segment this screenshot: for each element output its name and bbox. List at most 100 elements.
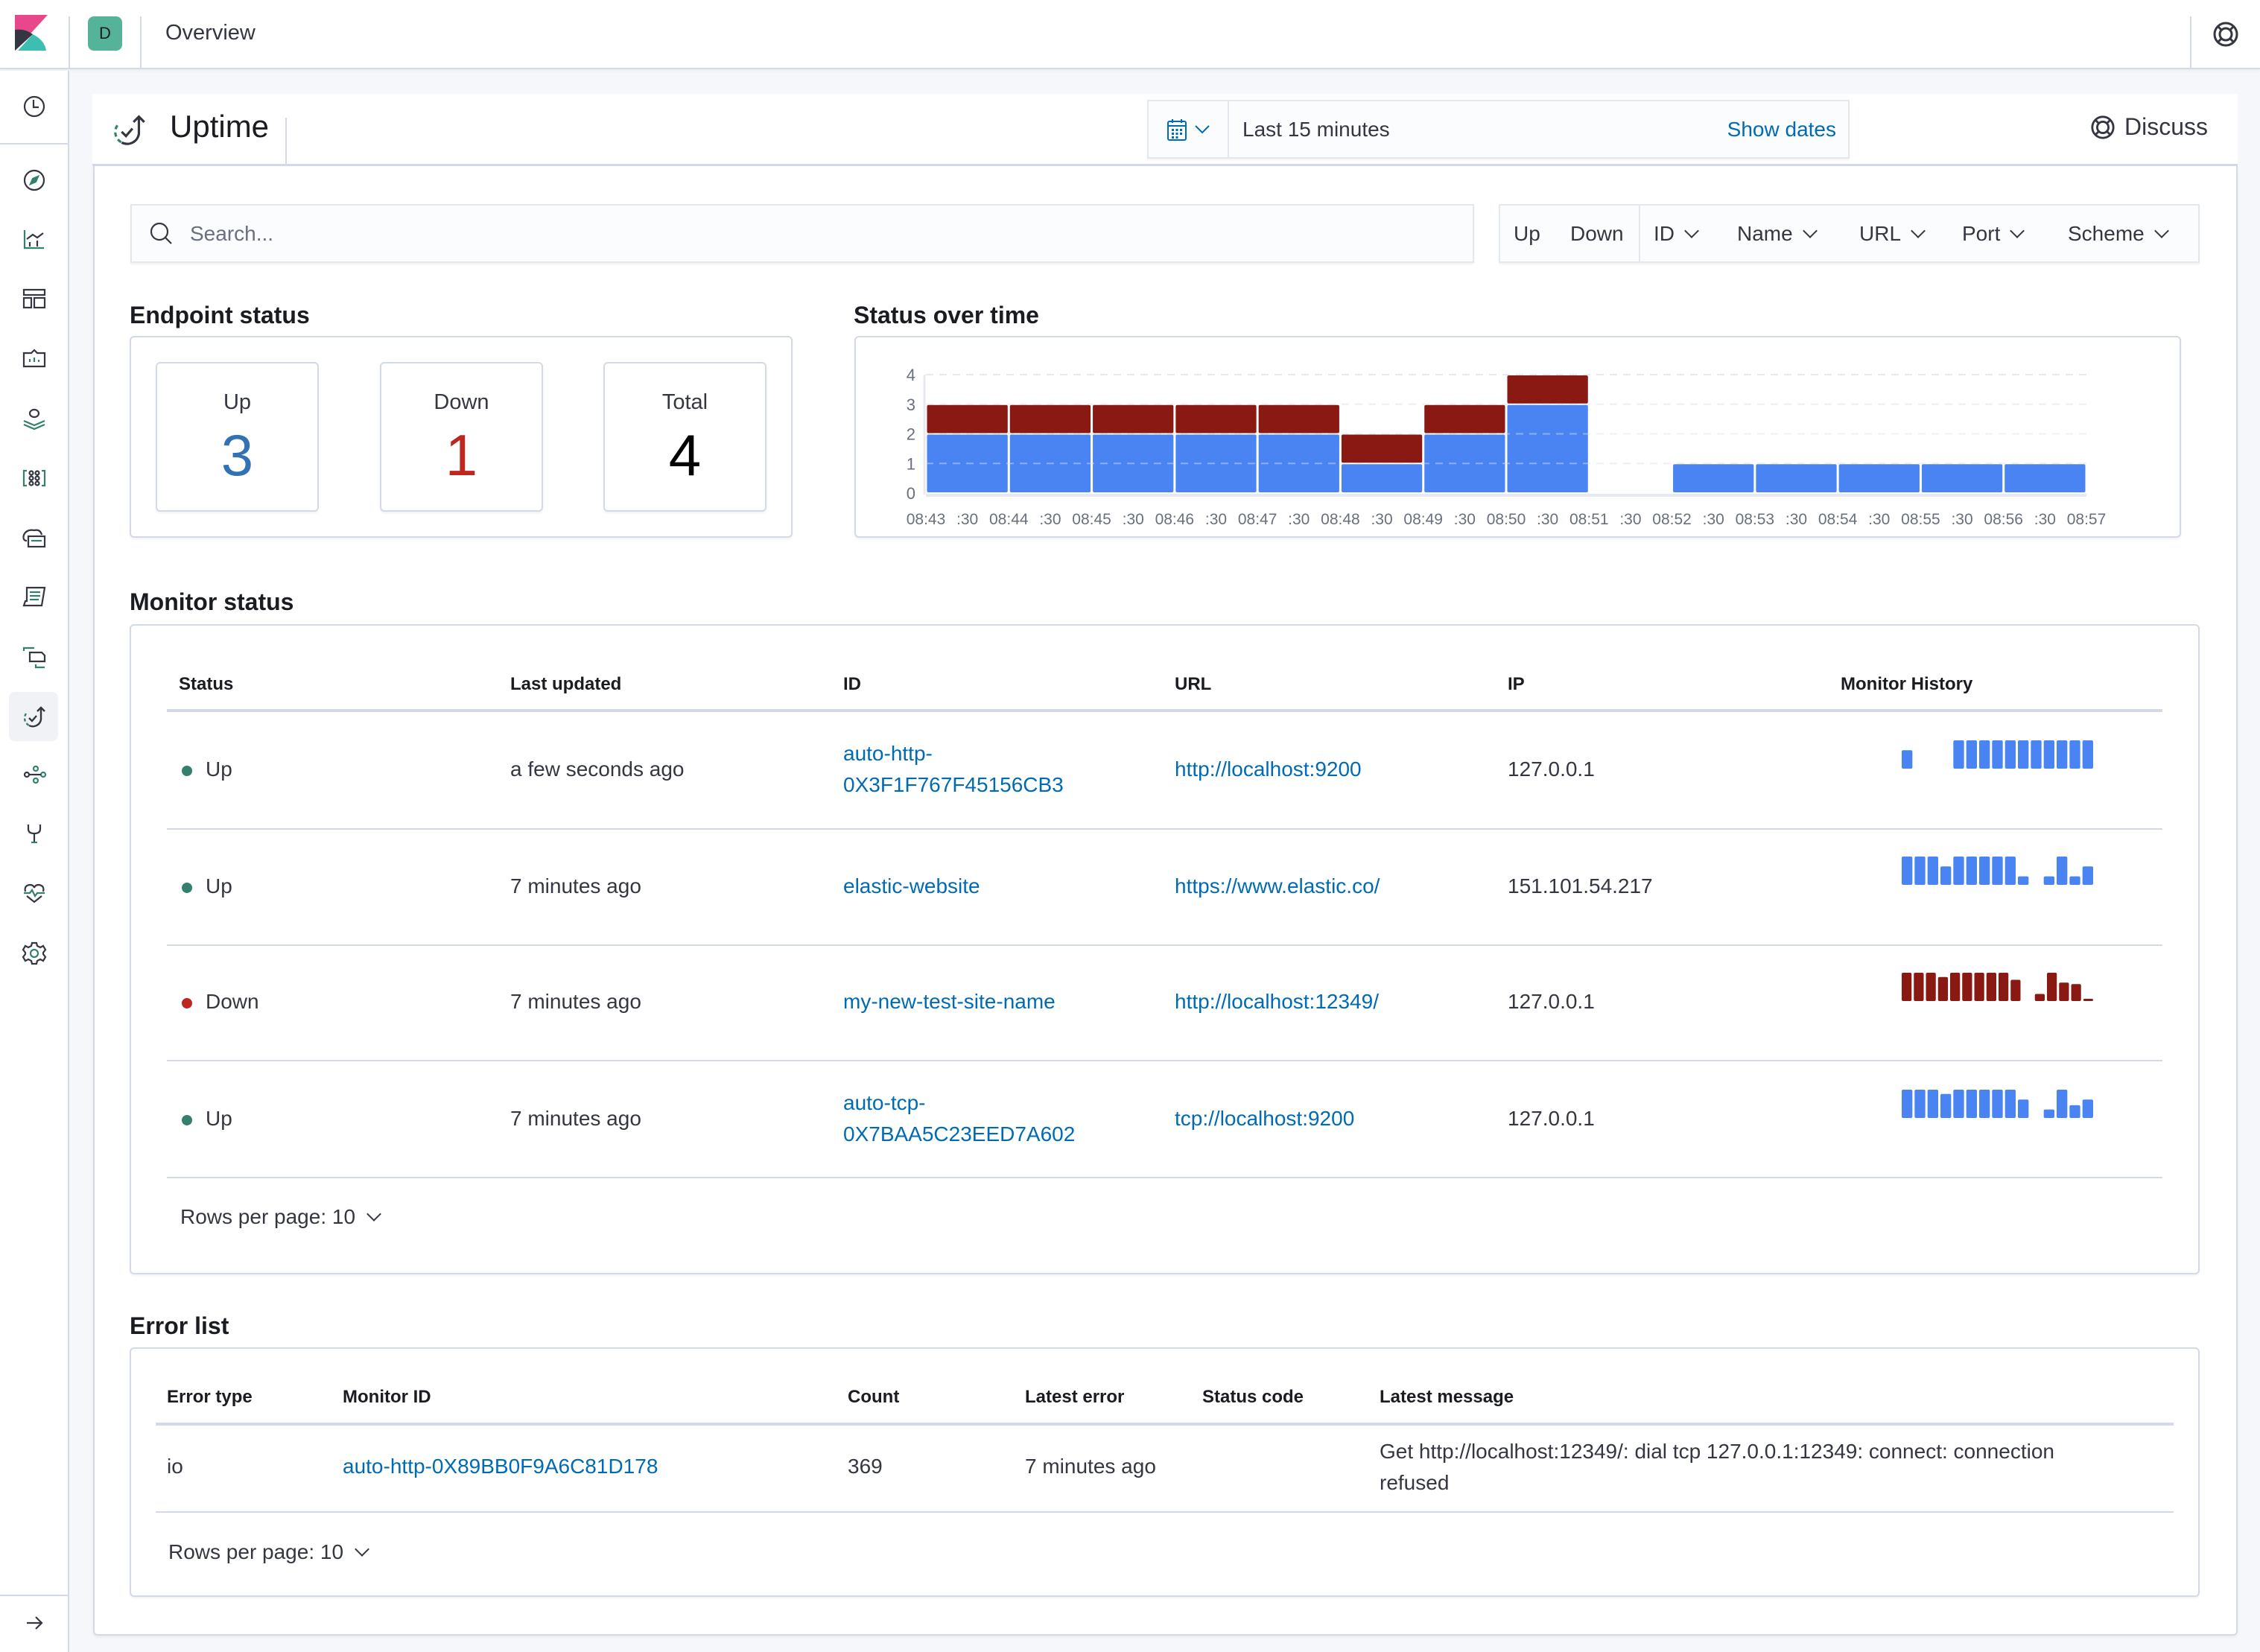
row-divider — [167, 1060, 2162, 1061]
history-bar — [1902, 750, 1913, 769]
nav-discover[interactable] — [15, 161, 54, 200]
bar-up — [1838, 464, 1920, 492]
chevron-down-icon — [1684, 223, 1699, 238]
row-divider — [167, 944, 2162, 946]
history-bar — [2034, 994, 2045, 1001]
bar-up — [1921, 464, 2003, 492]
history-bar — [2005, 857, 2016, 885]
monitor-id-line: 0X3F1F767F45156CB3 — [843, 773, 1064, 796]
nav-machine-learning[interactable] — [15, 459, 54, 498]
col-header-status[interactable]: Status — [179, 674, 233, 695]
x-tick-label: :30 — [2034, 511, 2056, 528]
filter-port-dropdown[interactable]: Port — [1962, 222, 2025, 246]
bar-down — [1009, 404, 1091, 433]
breadcrumb[interactable]: Overview — [165, 21, 255, 45]
error-rows-per-page-button[interactable]: Rows per page: 10 — [168, 1540, 369, 1564]
col-header-latest-message[interactable]: Latest message — [1380, 1387, 1514, 1408]
bar-up — [1507, 404, 1588, 492]
col-header-count[interactable]: Count — [848, 1387, 899, 1408]
nav-maps[interactable] — [15, 398, 54, 437]
history-bar — [1992, 740, 2003, 769]
col-header-error-type[interactable]: Error type — [167, 1387, 253, 1408]
monitor-rows-per-page-button[interactable]: Rows per page: 10 — [180, 1205, 381, 1229]
col-header-monitor-id[interactable]: Monitor ID — [343, 1387, 431, 1408]
endpoint-status-title: Endpoint status — [130, 302, 310, 328]
nav-canvas[interactable] — [15, 340, 54, 378]
discuss-link[interactable]: Discuss — [2090, 113, 2208, 141]
clock-icon — [23, 95, 45, 118]
error-type-cell: io — [167, 1455, 183, 1478]
col-header-status-code[interactable]: Status code — [1202, 1387, 1304, 1408]
monitor-ip-cell: 127.0.0.1 — [1508, 990, 1595, 1013]
history-bar — [1953, 740, 1964, 769]
show-dates-button[interactable]: Show dates — [1727, 118, 1836, 142]
filter-name-label: Name — [1737, 222, 1793, 245]
nav-logs[interactable] — [15, 577, 54, 616]
col-header-id[interactable]: ID — [843, 674, 861, 695]
filter-url-dropdown[interactable]: URL — [1859, 222, 1926, 246]
filter-down-button[interactable]: Down — [1570, 222, 1624, 246]
nav-graph[interactable] — [15, 755, 54, 794]
search-input[interactable]: Search... — [130, 204, 1474, 263]
error-monitor-id-link[interactable]: auto-http-0X89BB0F9A6C81D178 — [343, 1451, 658, 1482]
monitor-id-link[interactable]: elastic-website — [843, 871, 980, 902]
filter-scheme-dropdown[interactable]: Scheme — [2068, 222, 2169, 246]
header-divider — [140, 16, 142, 69]
history-bar — [2083, 998, 2093, 1001]
bar-down — [1093, 404, 1174, 433]
x-tick-label: 08:49 — [1403, 511, 1443, 528]
monitor-url-link[interactable]: http://localhost:9200 — [1175, 754, 1362, 785]
filter-down-label: Down — [1570, 222, 1624, 245]
last-updated-cell: 7 minutes ago — [510, 1107, 641, 1130]
bar-down — [1341, 434, 1423, 463]
nav-monitoring[interactable] — [15, 874, 54, 912]
nav-infrastructure[interactable] — [15, 518, 54, 557]
filter-id-dropdown[interactable]: ID — [1654, 222, 1699, 246]
nav-recently-viewed[interactable] — [15, 87, 54, 126]
bar-down — [1175, 404, 1257, 433]
x-tick-label: :30 — [1288, 511, 1310, 528]
col-header-last-updated[interactable]: Last updated — [510, 674, 621, 695]
history-bar — [1986, 973, 1996, 1001]
nav-uptime[interactable] — [9, 692, 58, 741]
monitor-url-link[interactable]: http://localhost:12349/ — [1175, 986, 1379, 1017]
history-bar — [2057, 740, 2068, 769]
monitor-url-link[interactable]: https://www.elastic.co/ — [1175, 871, 1380, 902]
space-avatar[interactable]: D — [88, 16, 122, 51]
monitor-url-link[interactable]: tcp://localhost:9200 — [1175, 1103, 1354, 1134]
history-bar — [2082, 866, 2093, 885]
nav-dashboard[interactable] — [15, 279, 54, 318]
monitor-id-link[interactable]: auto-http- 0X3F1F767F45156CB3 — [843, 738, 1064, 801]
history-bar — [2069, 876, 2080, 885]
filter-up-button[interactable]: Up — [1514, 222, 1540, 246]
filter-name-dropdown[interactable]: Name — [1737, 222, 1818, 246]
monitor-id-link[interactable]: my-new-test-site-name — [843, 986, 1056, 1017]
collapse-nav-button[interactable] — [15, 1604, 54, 1642]
history-bar — [2043, 1109, 2054, 1118]
col-header-url[interactable]: URL — [1175, 674, 1211, 695]
search-placeholder: Search... — [190, 222, 274, 245]
header-divider — [69, 16, 70, 69]
bar-up — [1258, 434, 1339, 492]
nav-dev-tools[interactable] — [15, 814, 54, 853]
kibana-logo-icon[interactable] — [15, 15, 48, 51]
nav-visualize[interactable] — [15, 220, 54, 258]
x-tick-label: :30 — [1205, 511, 1227, 528]
history-bar — [2082, 1099, 2093, 1118]
history-bar — [1914, 857, 1926, 885]
col-header-latest-error[interactable]: Latest error — [1025, 1387, 1124, 1408]
gear-icon — [22, 941, 47, 965]
x-tick-label: :30 — [1786, 511, 1807, 528]
visualize-icon — [23, 230, 44, 250]
y-tick-label: 3 — [907, 395, 915, 414]
filter-scheme-label: Scheme — [2068, 222, 2145, 245]
monitor-id-link[interactable]: auto-tcp- 0X7BAA5C23EED7A602 — [843, 1087, 1075, 1150]
nav-apm[interactable] — [15, 638, 54, 676]
nav-management[interactable] — [15, 934, 54, 973]
date-range-label[interactable]: Last 15 minutes — [1242, 118, 1390, 142]
col-header-ip[interactable]: IP — [1508, 674, 1525, 695]
chevron-down-icon — [355, 1542, 369, 1557]
help-lifebuoy-icon[interactable] — [2212, 21, 2239, 48]
quick-select-button[interactable] — [1149, 101, 1229, 157]
heartbeat-icon — [24, 883, 45, 903]
